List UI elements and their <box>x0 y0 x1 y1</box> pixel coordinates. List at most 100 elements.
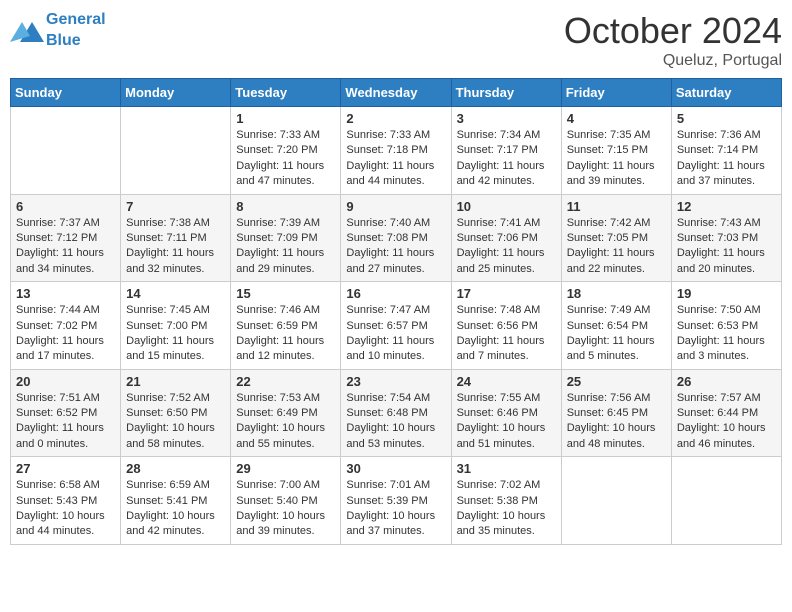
day-header-thursday: Thursday <box>451 79 561 107</box>
day-number: 26 <box>677 374 776 389</box>
calendar-header-row: SundayMondayTuesdayWednesdayThursdayFrid… <box>11 79 782 107</box>
cell-content: Sunrise: 7:54 AM Sunset: 6:48 PM Dayligh… <box>346 391 445 453</box>
cell-content: Sunrise: 7:37 AM Sunset: 7:12 PM Dayligh… <box>16 216 115 278</box>
cell-content: Sunrise: 7:34 AM Sunset: 7:17 PM Dayligh… <box>457 128 556 190</box>
calendar-cell: 8 Sunrise: 7:39 AM Sunset: 7:09 PM Daylig… <box>231 194 341 282</box>
day-number: 6 <box>16 199 115 214</box>
day-number: 1 <box>236 111 335 126</box>
calendar-cell: 25 Sunrise: 7:56 AM Sunset: 6:45 PM Dayli… <box>561 369 671 457</box>
cell-content: Sunrise: 7:33 AM Sunset: 7:20 PM Dayligh… <box>236 128 335 190</box>
day-header-saturday: Saturday <box>671 79 781 107</box>
calendar-cell: 2 Sunrise: 7:33 AM Sunset: 7:18 PM Daylig… <box>341 107 451 195</box>
day-number: 13 <box>16 286 115 301</box>
day-number: 24 <box>457 374 556 389</box>
cell-content: Sunrise: 6:59 AM Sunset: 5:41 PM Dayligh… <box>126 478 225 540</box>
page-header: General Blue October 2024 Queluz, Portug… <box>10 10 782 70</box>
day-number: 17 <box>457 286 556 301</box>
day-header-monday: Monday <box>121 79 231 107</box>
day-number: 31 <box>457 461 556 476</box>
calendar-cell: 1 Sunrise: 7:33 AM Sunset: 7:20 PM Daylig… <box>231 107 341 195</box>
calendar-cell: 22 Sunrise: 7:53 AM Sunset: 6:49 PM Dayli… <box>231 369 341 457</box>
day-number: 12 <box>677 199 776 214</box>
calendar-cell: 21Sunrise: 7:52 AM Sunset: 6:50 PM Dayli… <box>121 369 231 457</box>
cell-content: Sunrise: 7:41 AM Sunset: 7:06 PM Dayligh… <box>457 216 556 278</box>
cell-content: Sunrise: 7:55 AM Sunset: 6:46 PM Dayligh… <box>457 391 556 453</box>
day-number: 7 <box>126 199 225 214</box>
calendar-cell: 5 Sunrise: 7:36 AM Sunset: 7:14 PM Daylig… <box>671 107 781 195</box>
day-header-wednesday: Wednesday <box>341 79 451 107</box>
day-header-friday: Friday <box>561 79 671 107</box>
day-number: 9 <box>346 199 445 214</box>
cell-content: Sunrise: 6:58 AM Sunset: 5:43 PM Dayligh… <box>16 478 115 540</box>
logo-text: General Blue <box>46 10 106 52</box>
calendar-cell: 11Sunrise: 7:42 AM Sunset: 7:05 PM Dayli… <box>561 194 671 282</box>
cell-content: Sunrise: 7:45 AM Sunset: 7:00 PM Dayligh… <box>126 303 225 365</box>
calendar-cell: 9 Sunrise: 7:40 AM Sunset: 7:08 PM Daylig… <box>341 194 451 282</box>
cell-content: Sunrise: 7:53 AM Sunset: 6:49 PM Dayligh… <box>236 391 335 453</box>
calendar-cell: 7 Sunrise: 7:38 AM Sunset: 7:11 PM Daylig… <box>121 194 231 282</box>
cell-content: Sunrise: 7:47 AM Sunset: 6:57 PM Dayligh… <box>346 303 445 365</box>
day-number: 2 <box>346 111 445 126</box>
calendar-cell <box>561 457 671 545</box>
day-number: 16 <box>346 286 445 301</box>
month-title: October 2024 <box>564 10 782 52</box>
calendar-cell: 26Sunrise: 7:57 AM Sunset: 6:44 PM Dayli… <box>671 369 781 457</box>
calendar-cell <box>11 107 121 195</box>
cell-content: Sunrise: 7:48 AM Sunset: 6:56 PM Dayligh… <box>457 303 556 365</box>
cell-content: Sunrise: 7:56 AM Sunset: 6:45 PM Dayligh… <box>567 391 666 453</box>
cell-content: Sunrise: 7:33 AM Sunset: 7:18 PM Dayligh… <box>346 128 445 190</box>
calendar-cell: 31 Sunrise: 7:02 AM Sunset: 5:38 PM Dayli… <box>451 457 561 545</box>
logo: General Blue <box>10 10 106 52</box>
day-number: 4 <box>567 111 666 126</box>
cell-content: Sunrise: 7:50 AM Sunset: 6:53 PM Dayligh… <box>677 303 776 365</box>
day-number: 23 <box>346 374 445 389</box>
day-number: 3 <box>457 111 556 126</box>
calendar-cell: 3 Sunrise: 7:34 AM Sunset: 7:17 PM Daylig… <box>451 107 561 195</box>
calendar-cell <box>671 457 781 545</box>
day-number: 30 <box>346 461 445 476</box>
day-number: 14 <box>126 286 225 301</box>
cell-content: Sunrise: 7:36 AM Sunset: 7:14 PM Dayligh… <box>677 128 776 190</box>
day-number: 25 <box>567 374 666 389</box>
day-number: 8 <box>236 199 335 214</box>
cell-content: Sunrise: 7:00 AM Sunset: 5:40 PM Dayligh… <box>236 478 335 540</box>
calendar-cell: 16 Sunrise: 7:47 AM Sunset: 6:57 PM Dayli… <box>341 282 451 370</box>
location: Queluz, Portugal <box>564 52 782 70</box>
day-number: 27 <box>16 461 115 476</box>
calendar-cell: 30Sunrise: 7:01 AM Sunset: 5:39 PM Dayli… <box>341 457 451 545</box>
cell-content: Sunrise: 7:39 AM Sunset: 7:09 PM Dayligh… <box>236 216 335 278</box>
cell-content: Sunrise: 7:40 AM Sunset: 7:08 PM Dayligh… <box>346 216 445 278</box>
calendar-cell: 20 Sunrise: 7:51 AM Sunset: 6:52 PM Dayli… <box>11 369 121 457</box>
day-number: 11 <box>567 199 666 214</box>
calendar-week-row: 6 Sunrise: 7:37 AM Sunset: 7:12 PM Daylig… <box>11 194 782 282</box>
calendar-cell: 13 Sunrise: 7:44 AM Sunset: 7:02 PM Dayli… <box>11 282 121 370</box>
day-number: 19 <box>677 286 776 301</box>
calendar-week-row: 1 Sunrise: 7:33 AM Sunset: 7:20 PM Daylig… <box>11 107 782 195</box>
calendar-cell: 18Sunrise: 7:49 AM Sunset: 6:54 PM Dayli… <box>561 282 671 370</box>
calendar-week-row: 20 Sunrise: 7:51 AM Sunset: 6:52 PM Dayli… <box>11 369 782 457</box>
cell-content: Sunrise: 7:49 AM Sunset: 6:54 PM Dayligh… <box>567 303 666 365</box>
day-number: 10 <box>457 199 556 214</box>
day-number: 20 <box>16 374 115 389</box>
cell-content: Sunrise: 7:38 AM Sunset: 7:11 PM Dayligh… <box>126 216 225 278</box>
title-block: October 2024 Queluz, Portugal <box>564 10 782 70</box>
day-number: 5 <box>677 111 776 126</box>
calendar-cell: 24 Sunrise: 7:55 AM Sunset: 6:46 PM Dayli… <box>451 369 561 457</box>
calendar-cell: 27 Sunrise: 6:58 AM Sunset: 5:43 PM Dayli… <box>11 457 121 545</box>
cell-content: Sunrise: 7:02 AM Sunset: 5:38 PM Dayligh… <box>457 478 556 540</box>
calendar-cell <box>121 107 231 195</box>
calendar-cell: 6 Sunrise: 7:37 AM Sunset: 7:12 PM Daylig… <box>11 194 121 282</box>
calendar-table: SundayMondayTuesdayWednesdayThursdayFrid… <box>10 78 782 545</box>
calendar-cell: 29Sunrise: 7:00 AM Sunset: 5:40 PM Dayli… <box>231 457 341 545</box>
calendar-cell: 15Sunrise: 7:46 AM Sunset: 6:59 PM Dayli… <box>231 282 341 370</box>
day-number: 22 <box>236 374 335 389</box>
cell-content: Sunrise: 7:44 AM Sunset: 7:02 PM Dayligh… <box>16 303 115 365</box>
day-number: 21 <box>126 374 225 389</box>
cell-content: Sunrise: 7:46 AM Sunset: 6:59 PM Dayligh… <box>236 303 335 365</box>
calendar-week-row: 27 Sunrise: 6:58 AM Sunset: 5:43 PM Dayli… <box>11 457 782 545</box>
calendar-cell: 23 Sunrise: 7:54 AM Sunset: 6:48 PM Dayli… <box>341 369 451 457</box>
cell-content: Sunrise: 7:51 AM Sunset: 6:52 PM Dayligh… <box>16 391 115 453</box>
calendar-cell: 14 Sunrise: 7:45 AM Sunset: 7:00 PM Dayli… <box>121 282 231 370</box>
calendar-week-row: 13 Sunrise: 7:44 AM Sunset: 7:02 PM Dayli… <box>11 282 782 370</box>
calendar-cell: 17 Sunrise: 7:48 AM Sunset: 6:56 PM Dayli… <box>451 282 561 370</box>
